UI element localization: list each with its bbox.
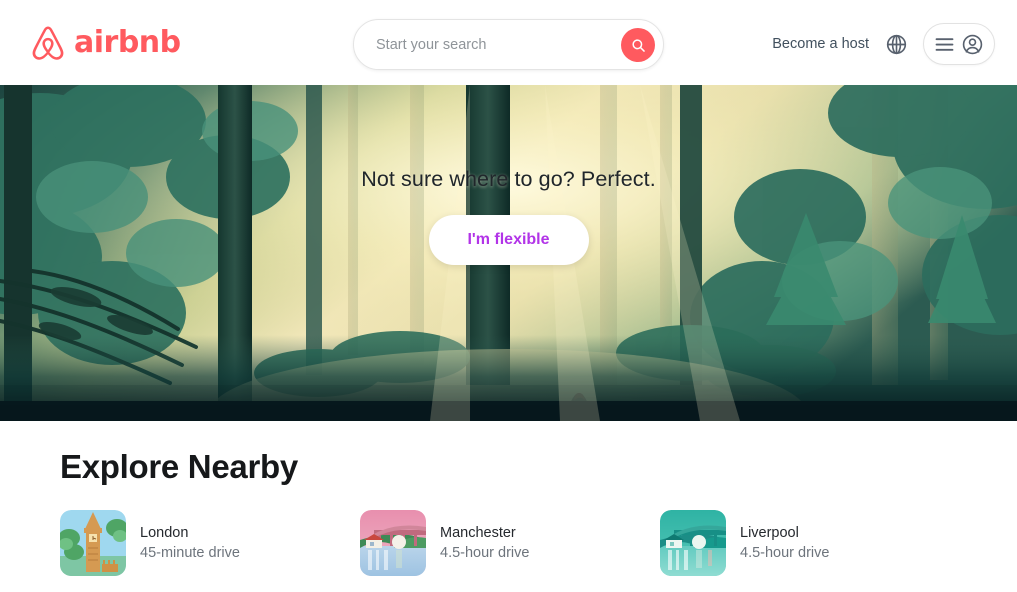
explore-nearby-section: Explore Nearby London 45-minute drive Ma… <box>0 421 1017 592</box>
become-a-host-link[interactable]: Become a host <box>772 36 869 52</box>
search-button[interactable] <box>621 28 655 62</box>
hero-title: Not sure where to go? Perfect. <box>361 167 656 191</box>
big-ben-illustration <box>60 510 126 577</box>
hero-banner: Not sure where to go? Perfect. I'm flexi… <box>0 85 1017 421</box>
user-menu-button[interactable] <box>923 23 995 65</box>
im-flexible-button[interactable]: I'm flexible <box>428 215 589 265</box>
hero-content: Not sure where to go? Perfect. I'm flexi… <box>0 85 1017 421</box>
globe-icon <box>886 34 906 54</box>
search-icon <box>631 38 645 52</box>
language-globe-button[interactable] <box>883 31 909 57</box>
pink-bridge-river-illustration <box>360 510 426 577</box>
user-avatar-icon <box>962 34 982 54</box>
city-meta: London 45-minute drive <box>140 526 240 561</box>
city-drive-time: 4.5-hour drive <box>740 545 830 562</box>
teal-bridge-river-illustration <box>660 510 726 577</box>
city-meta: Manchester 4.5-hour drive <box>440 526 529 561</box>
logo-wordmark: airbnb <box>74 25 181 60</box>
airbnb-logo[interactable]: airbnb <box>30 22 181 64</box>
city-card-liverpool[interactable]: Liverpool 4.5-hour drive <box>660 510 960 577</box>
explore-nearby-title: Explore Nearby <box>60 448 298 485</box>
city-drive-time: 45-minute drive <box>140 545 240 562</box>
header-nav-right: Become a host <box>772 20 995 68</box>
city-meta: Liverpool 4.5-hour drive <box>740 526 829 561</box>
city-drive-time: 4.5-hour drive <box>440 545 530 562</box>
city-name: Manchester <box>440 524 516 541</box>
search-input[interactable] <box>376 29 566 60</box>
city-card-london[interactable]: London 45-minute drive <box>60 510 360 577</box>
site-header: airbnb Become a host <box>0 0 1017 85</box>
city-name: London <box>140 524 189 541</box>
airbnb-belo-icon <box>32 26 64 60</box>
hamburger-menu-icon <box>935 37 953 51</box>
city-card-manchester[interactable]: Manchester 4.5-hour drive <box>360 510 660 577</box>
search-bar[interactable] <box>353 19 664 70</box>
nearby-city-list: London 45-minute drive Manchester 4.5-ho… <box>60 510 1017 577</box>
city-name: Liverpool <box>740 524 799 541</box>
